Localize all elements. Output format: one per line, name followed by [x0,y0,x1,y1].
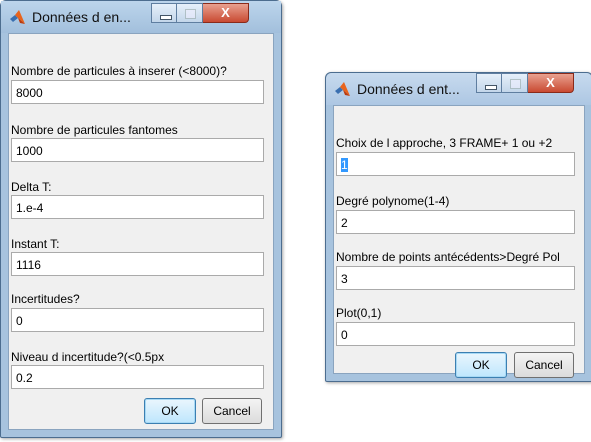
minimize-button[interactable] [476,73,502,93]
field-label: Degré polynome(1-4) [336,194,450,208]
antecedent-points-input[interactable]: 3 [336,266,575,290]
ok-button[interactable]: OK [455,352,507,378]
field-label: Plot(0,1) [336,306,382,320]
maximize-button[interactable] [177,3,203,23]
cancel-button[interactable]: Cancel [514,352,574,378]
field-label: Nombre de particules fantomes [11,123,178,137]
field-label: Choix de l approche, 3 FRAME+ 1 ou +2 [336,136,553,150]
particles-count-input[interactable]: 8000 [11,80,264,104]
delta-t-input[interactable]: 1.e-4 [11,195,264,219]
instant-t-input[interactable]: 1116 [11,252,264,276]
window-title: Données d ent... [357,81,460,97]
input-dialog-particles: Données d en... X Nombre de particules à… [0,0,282,438]
field-label: Delta T: [11,180,52,194]
matlab-logo-icon [10,10,25,24]
field-label: Incertitudes? [11,292,80,306]
field-label: Niveau d incertitude?(<0.5px [11,350,165,364]
title-bar[interactable]: Données d en... X [1,1,281,33]
title-bar[interactable]: Données d ent... X [326,73,591,105]
close-icon: X [221,5,230,20]
field-label: Nombre de points antécédents>Degré Pol [336,250,560,264]
ghost-particles-input[interactable]: 1000 [11,138,264,162]
ok-button[interactable]: OK [144,398,196,424]
close-icon: X [546,75,555,90]
close-button[interactable]: X [528,73,574,93]
dialog-body: Choix de l approche, 3 FRAME+ 1 ou +2 1 … [333,105,585,378]
uncertainty-level-input[interactable]: 0.2 [11,365,264,389]
close-button[interactable]: X [203,3,249,23]
uncertainties-input[interactable]: 0 [11,308,264,332]
cancel-button[interactable]: Cancel [202,398,262,424]
field-label: Nombre de particules à inserer (<8000)? [11,64,227,78]
approach-choice-input[interactable]: 1 [336,152,575,176]
minimize-button[interactable] [151,3,177,23]
matlab-logo-icon [335,82,350,96]
polynomial-degree-input[interactable]: 2 [336,210,575,234]
input-dialog-approach: Données d ent... X Choix de l approche, … [325,72,591,382]
maximize-button[interactable] [502,73,528,93]
field-label: Instant T: [11,237,60,251]
plot-flag-input[interactable]: 0 [336,322,575,346]
dialog-body: Nombre de particules à inserer (<8000)? … [8,33,274,430]
window-title: Données d en... [32,9,131,25]
selected-text: 1 [341,158,348,172]
